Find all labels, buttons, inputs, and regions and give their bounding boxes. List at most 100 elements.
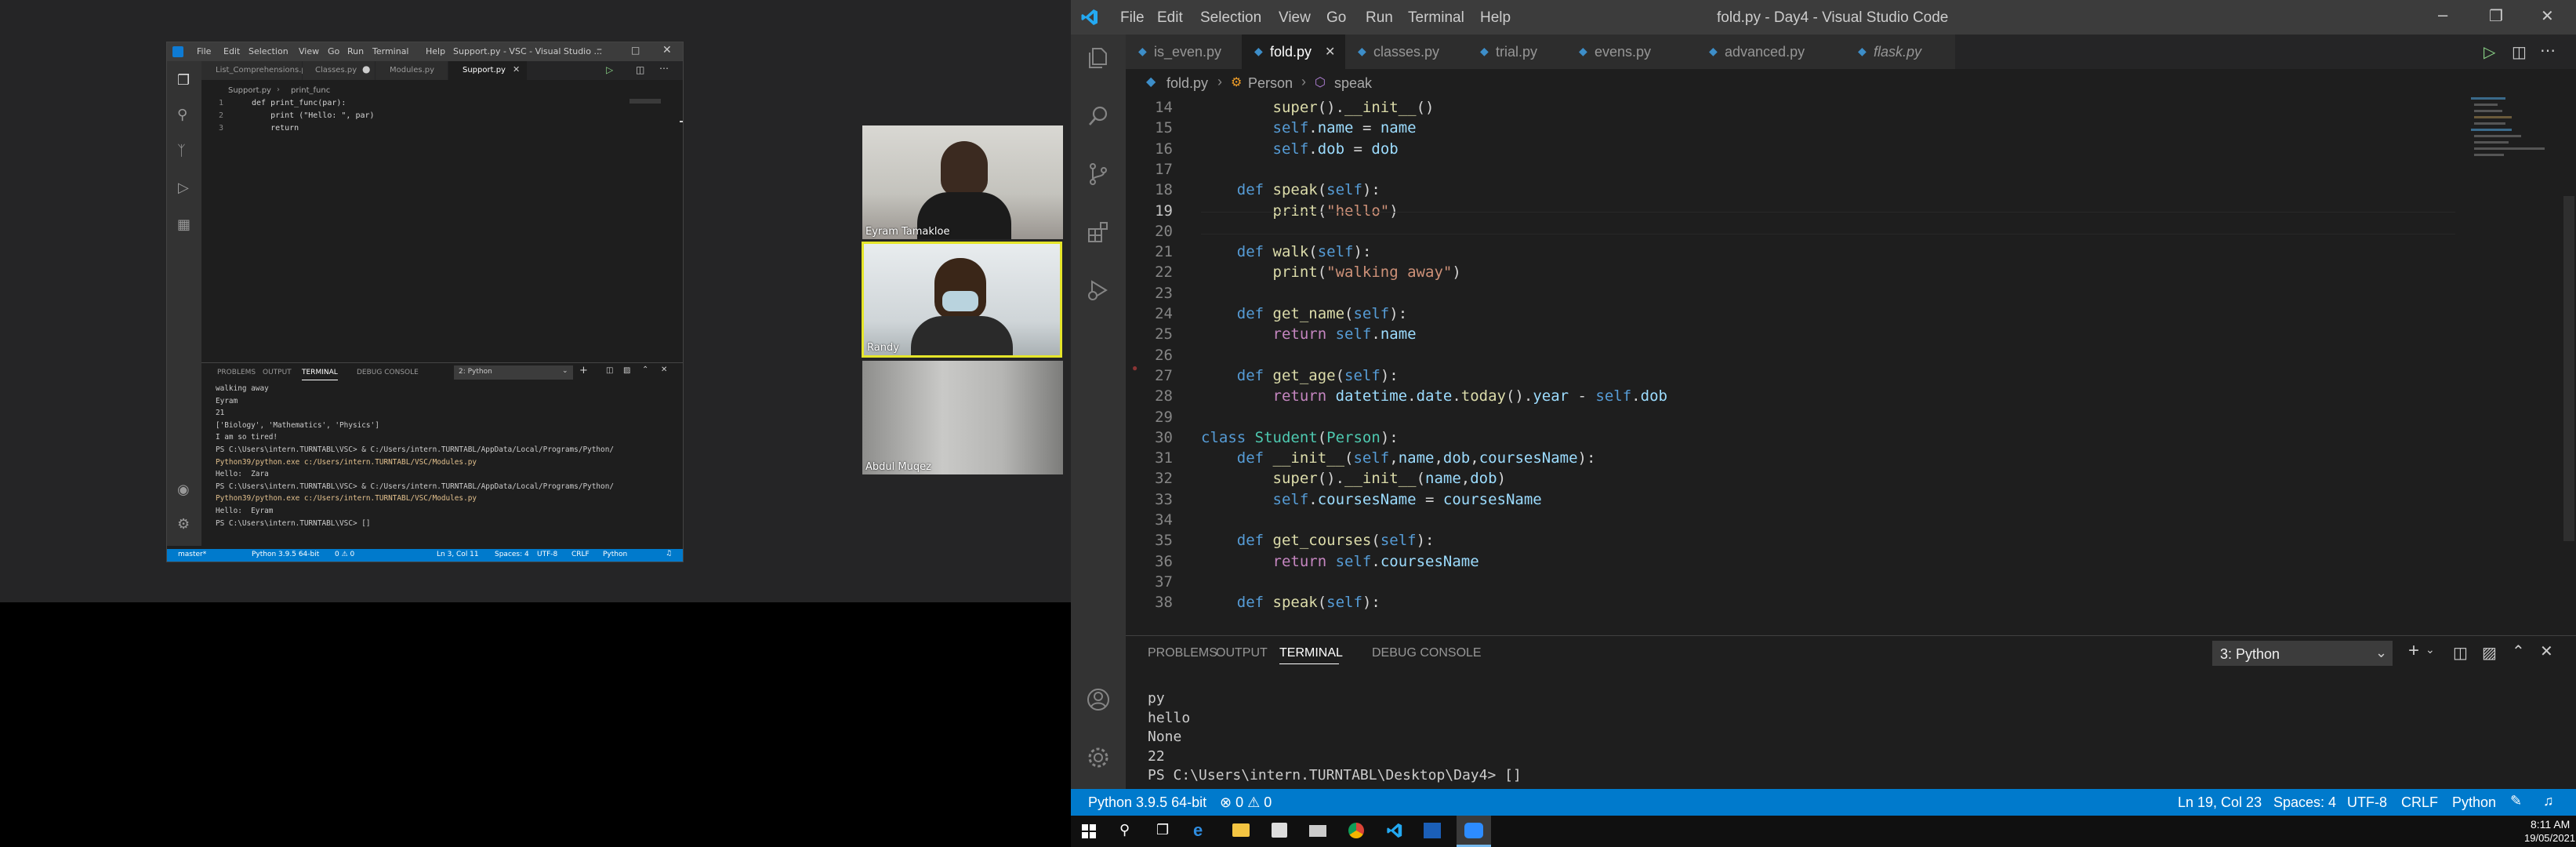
restore-icon[interactable]: ❐ [2489,6,2503,26]
mini-run-icon[interactable]: ▷ [178,180,189,196]
mini-panel-tab-output[interactable]: OUTPUT [263,369,292,376]
task-view-icon[interactable]: ❐ [1156,822,1169,838]
panel-tab-output[interactable]: OUTPUT [1216,646,1268,660]
menu-view[interactable]: View [1279,9,1311,27]
mini-search-icon[interactable]: ⚲ [177,107,187,123]
status-problems[interactable]: ⊗ 0 ⚠ 0 [1220,794,1272,811]
new-terminal-icon[interactable]: + [2408,640,2419,662]
terminal-dropdown-chevron-icon[interactable]: ⌄ [2425,643,2435,656]
mini-tab-close-icon[interactable]: ✕ [513,64,520,75]
mini-status-eol[interactable]: CRLF [571,551,590,558]
code-editor[interactable]: 14 super().__init__() 15 self.name = name… [1126,93,2458,635]
settings-gear-icon[interactable] [1086,745,1111,770]
edge-browser-icon[interactable]: e [1193,820,1203,841]
mini-terminal[interactable]: walking away Eyram 21 ['Biology', 'Mathemat… [216,384,678,541]
chrome-icon[interactable] [1348,823,1364,838]
source-control-icon[interactable] [1086,162,1111,187]
split-editor-icon[interactable]: ◫ [2512,42,2527,62]
status-python-interpreter[interactable]: Python 3.9.5 64-bit [1088,794,1206,811]
taskbar-vscode-icon[interactable] [1386,822,1403,839]
close-panel-icon[interactable]: ✕ [2540,642,2553,661]
participant-tile-3[interactable]: Abdul Muqez [862,361,1063,474]
panel-tab-terminal[interactable]: TERMINAL [1279,646,1343,660]
taskbar-search-icon[interactable]: ⚲ [1119,822,1130,838]
mini-close-panel-icon[interactable]: ✕ [661,365,667,374]
feedback-icon[interactable]: ✎ [2510,793,2522,809]
mini-status-branch[interactable]: master* [178,551,206,558]
mini-menu-go[interactable]: Go [328,46,339,56]
mini-status-lang[interactable]: Python [603,551,627,558]
menu-edit[interactable]: Edit [1157,9,1183,27]
mail-icon[interactable] [1309,825,1326,837]
mini-maximize-panel-icon[interactable]: ⌃ [642,365,648,374]
mini-trash-icon[interactable]: ▨ [623,366,630,375]
taskbar-app-icon[interactable] [1424,823,1441,838]
mini-explorer-icon[interactable]: ❐ [177,72,190,89]
status-indentation[interactable]: Spaces: 4 [2273,794,2336,811]
editor-tab-trial-py[interactable]: ◆ trial.py [1468,35,1567,69]
mini-status-position[interactable]: Ln 3, Col 11 [437,551,479,558]
mini-panel-tab-debug-console[interactable]: DEBUG CONSOLE [357,369,419,376]
menu-help[interactable]: Help [1480,9,1511,27]
minimize-icon[interactable]: – [2438,5,2447,25]
split-terminal-icon[interactable]: ◫ [2453,643,2468,663]
status-cursor-position[interactable]: Ln 19, Col 23 [2178,794,2262,811]
editor-scrollbar-thumb[interactable] [2563,196,2574,541]
close-window-icon[interactable]: ✕ [2541,6,2554,26]
mini-breadcrumb-symbol[interactable]: print_func [291,86,330,95]
editor-tab-fold-py[interactable]: ◆ fold.py ✕ [1242,35,1346,69]
mini-menu-file[interactable]: File [197,46,211,56]
mini-maximize-icon[interactable]: □ [631,45,640,56]
editor-tab-classes-py[interactable]: ◆ classes.py [1345,35,1468,69]
editor-tab-flask-py[interactable]: ◆ flask.py [1845,35,1956,69]
editor-tab-is_even-py[interactable]: ◆ is_even.py [1126,35,1243,69]
mini-status-encoding[interactable]: UTF-8 [537,551,557,558]
terminal-output[interactable]: py hello None 22 PS C:\Users\intern.TURNTABL… [1148,690,2480,787]
mini-split-terminal-icon[interactable]: ◫ [606,366,613,375]
extensions-icon[interactable] [1086,220,1111,245]
mini-menu-terminal[interactable]: Terminal [372,46,409,56]
mini-run-file-icon[interactable]: ▷ [606,64,613,75]
status-encoding[interactable]: UTF-8 [2347,794,2387,811]
maximize-panel-icon[interactable]: ⌃ [2512,642,2525,661]
mini-panel-tab-problems[interactable]: PROBLEMS [217,369,256,376]
terminal-select[interactable]: 3: Python ⌄ [2212,641,2393,666]
mini-tab-list-comprehensions[interactable]: List_Comprehensions.py [201,61,311,80]
breadcrumb-file[interactable]: fold.py [1166,75,1208,92]
editor-tab-evens-py[interactable]: ◆ evens.py [1566,35,1697,69]
mini-status-python[interactable]: Python 3.9.5 64-bit [252,551,319,558]
mini-breadcrumb-file[interactable]: Support.py [228,86,271,95]
mini-menu-selection[interactable]: Selection [249,46,288,56]
mini-minimize-icon[interactable]: – [597,43,602,56]
mini-tab-support[interactable]: Support.py ✕ [448,61,527,80]
status-eol[interactable]: CRLF [2401,794,2438,811]
mini-account-icon[interactable]: ◉ [177,482,190,498]
menu-terminal[interactable]: Terminal [1408,9,1464,27]
participant-tile-1[interactable]: Eyram Tamakloe [862,125,1063,239]
windows-start-icon[interactable] [1082,824,1096,838]
explorer-icon[interactable] [1086,45,1111,71]
participant-tile-2-active[interactable]: Randy [862,242,1062,358]
mini-editor[interactable]: 1 def print_func(par): 2 print ("Hello: ",… [201,99,672,193]
mini-status-bell-icon[interactable]: ♫ [666,550,672,558]
breadcrumb-class[interactable]: Person [1248,75,1293,92]
menu-run[interactable]: Run [1366,9,1393,27]
mini-close-icon[interactable]: ✕ [662,44,672,56]
breadcrumb-method[interactable]: speak [1334,75,1372,92]
search-icon[interactable] [1086,104,1111,129]
editor-tab-advanced-py[interactable]: ◆ advanced.py [1696,35,1846,69]
tab-close-icon[interactable]: ✕ [1325,44,1335,60]
store-icon[interactable] [1272,823,1287,838]
mini-tab-classes[interactable]: Classes.py ● [303,61,375,80]
menu-go[interactable]: Go [1326,9,1346,27]
mini-status-errors[interactable]: 0 ⚠ 0 [335,551,354,558]
run-debug-icon[interactable] [1086,278,1111,303]
mini-source-control-icon[interactable]: ᛉ [177,143,186,159]
mini-menu-run[interactable]: Run [347,46,364,56]
mini-status-spaces[interactable]: Spaces: 4 [495,551,529,558]
mini-split-editor-icon[interactable]: ◫ [636,64,644,75]
notifications-bell-icon[interactable]: ♫ [2543,793,2554,809]
breakpoint-hint-icon[interactable]: ● [1132,362,1137,373]
clock-time[interactable]: 8:11 AM [2531,818,2570,831]
status-language[interactable]: Python [2452,794,2496,811]
